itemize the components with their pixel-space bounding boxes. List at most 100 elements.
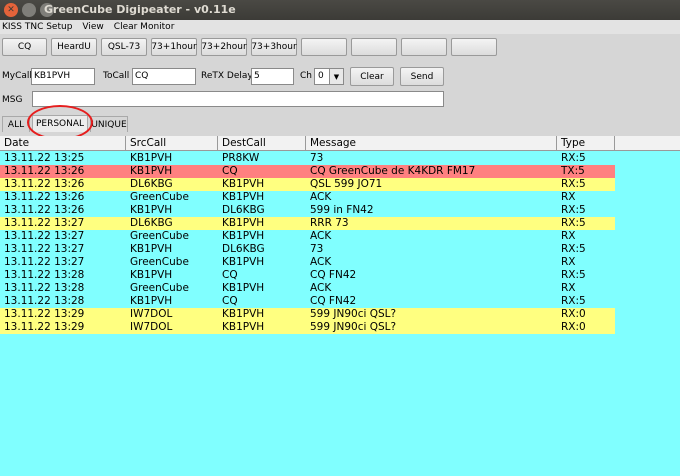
msg-field[interactable] bbox=[32, 91, 444, 107]
cell-srccall: KB1PVH bbox=[130, 204, 173, 216]
column-header-message[interactable]: Message bbox=[306, 136, 557, 151]
cell-type: RX:5 bbox=[561, 243, 586, 255]
cell-date: 13.11.22 13:27 bbox=[4, 217, 85, 229]
cell-date: 13.11.22 13:29 bbox=[4, 308, 85, 320]
menu-view[interactable]: View bbox=[82, 20, 103, 34]
mycall-field[interactable]: KB1PVH bbox=[31, 68, 95, 85]
cell-destcall: DL6KBG bbox=[222, 243, 265, 255]
cell-type: RX bbox=[561, 230, 576, 242]
table-row[interactable]: 13.11.22 13:26 KB1PVH CQ CQ GreenCube de K4… bbox=[0, 165, 615, 178]
table-row[interactable]: 13.11.22 13:28 KB1PVH CQ CQ FN42 RX:5 bbox=[0, 269, 615, 282]
cell-message: 599 in FN42 bbox=[310, 204, 374, 216]
cell-type: RX:0 bbox=[561, 321, 586, 333]
channel-select-value: 0 bbox=[318, 71, 324, 81]
table-row[interactable]: 13.11.22 13:26 GreenCube KB1PVH ACK RX bbox=[0, 191, 615, 204]
cell-message: CQ FN42 bbox=[310, 295, 357, 307]
quick-button-empty-2[interactable] bbox=[351, 38, 397, 56]
quick-button-heardu[interactable]: HeardU bbox=[51, 38, 97, 56]
cell-type: RX:5 bbox=[561, 269, 586, 281]
cell-destcall: KB1PVH bbox=[222, 217, 265, 229]
table-row[interactable]: 13.11.22 13:26 KB1PVH DL6KBG 599 in FN42 RX:… bbox=[0, 204, 615, 217]
menu-clear-monitor[interactable]: Clear Monitor bbox=[114, 20, 175, 34]
column-header-date[interactable]: Date bbox=[0, 136, 126, 151]
close-window-button[interactable]: ✕ bbox=[4, 3, 18, 17]
table-row[interactable]: 13.11.22 13:29 IW7DOL KB1PVH 599 JN90ci QSL… bbox=[0, 308, 615, 321]
menu-kiss-tnc-setup[interactable]: KISS TNC Setup bbox=[2, 20, 72, 34]
retx-delay-field[interactable]: 5 bbox=[251, 68, 294, 85]
quick-button-empty-1[interactable] bbox=[301, 38, 347, 56]
quick-button-cq[interactable]: CQ bbox=[2, 38, 47, 56]
cell-srccall: DL6KBG bbox=[130, 178, 173, 190]
cell-type: RX:0 bbox=[561, 308, 586, 320]
cell-destcall: KB1PVH bbox=[222, 308, 265, 320]
title-bar: ✕ GreenCube Digipeater - v0.11e bbox=[0, 0, 680, 20]
cell-date: 13.11.22 13:29 bbox=[4, 321, 85, 333]
channel-label: Ch bbox=[300, 71, 312, 81]
table-row[interactable]: 13.11.22 13:25 KB1PVH PR8KW 73 RX:5 bbox=[0, 152, 615, 165]
quick-button-bar: CQ HeardU QSL-73 73+1hour 73+2hour 73+3h… bbox=[0, 34, 680, 62]
minimize-window-button[interactable] bbox=[22, 3, 36, 17]
view-tabs: ALL PERSONAL UNIQUE bbox=[0, 115, 680, 132]
column-header-type[interactable]: Type bbox=[557, 136, 615, 151]
clear-button[interactable]: Clear bbox=[350, 67, 394, 86]
chevron-down-icon[interactable]: ▼ bbox=[329, 69, 343, 84]
cell-srccall: GreenCube bbox=[130, 230, 189, 242]
table-row[interactable]: 13.11.22 13:29 IW7DOL KB1PVH 599 JN90ci QSL… bbox=[0, 321, 615, 334]
column-header-destcall[interactable]: DestCall bbox=[218, 136, 306, 151]
cell-type: RX bbox=[561, 191, 576, 203]
quick-button-empty-3[interactable] bbox=[401, 38, 447, 56]
cell-destcall: CQ bbox=[222, 269, 238, 281]
cell-date: 13.11.22 13:28 bbox=[4, 282, 85, 294]
column-header-srccall[interactable]: SrcCall bbox=[126, 136, 218, 151]
cell-message: ACK bbox=[310, 191, 332, 203]
cell-srccall: GreenCube bbox=[130, 191, 189, 203]
cell-date: 13.11.22 13:27 bbox=[4, 243, 85, 255]
send-button[interactable]: Send bbox=[400, 67, 444, 86]
cell-type: RX bbox=[561, 256, 576, 268]
window-title: GreenCube Digipeater - v0.11e bbox=[44, 3, 236, 16]
cell-destcall: CQ bbox=[222, 165, 238, 177]
cell-destcall: PR8KW bbox=[222, 152, 260, 164]
cell-srccall: IW7DOL bbox=[130, 321, 173, 333]
table-row[interactable]: 13.11.22 13:27 DL6KBG KB1PVH RRR 73 RX:5 bbox=[0, 217, 615, 230]
tab-unique[interactable]: UNIQUE bbox=[90, 116, 128, 132]
table-row[interactable]: 13.11.22 13:28 GreenCube KB1PVH ACK RX bbox=[0, 282, 615, 295]
table-header: Date SrcCall DestCall Message Type bbox=[0, 136, 680, 151]
cell-type: RX:5 bbox=[561, 178, 586, 190]
cell-destcall: KB1PVH bbox=[222, 230, 265, 242]
cell-message: 73 bbox=[310, 152, 324, 164]
cell-message: 599 JN90ci QSL? bbox=[310, 308, 397, 320]
tocall-field[interactable]: CQ bbox=[132, 68, 196, 85]
cell-srccall: KB1PVH bbox=[130, 295, 173, 307]
cell-date: 13.11.22 13:26 bbox=[4, 178, 85, 190]
tab-personal[interactable]: PERSONAL bbox=[32, 115, 88, 132]
cell-date: 13.11.22 13:27 bbox=[4, 230, 85, 242]
cell-date: 13.11.22 13:27 bbox=[4, 256, 85, 268]
cell-message: QSL 599 JO71 bbox=[310, 178, 383, 190]
cell-srccall: KB1PVH bbox=[130, 269, 173, 281]
quick-button-empty-4[interactable] bbox=[451, 38, 497, 56]
tocall-label: ToCall bbox=[103, 71, 130, 81]
quick-button-qsl-73[interactable]: QSL-73 bbox=[101, 38, 147, 56]
cell-destcall: KB1PVH bbox=[222, 282, 265, 294]
channel-select[interactable]: 0 ▼ bbox=[314, 68, 344, 85]
table-row[interactable]: 13.11.22 13:27 GreenCube KB1PVH ACK RX bbox=[0, 230, 615, 243]
quick-button-73-1hour[interactable]: 73+1hour bbox=[151, 38, 197, 56]
cell-message: ACK bbox=[310, 256, 332, 268]
table-row[interactable]: 13.11.22 13:27 KB1PVH DL6KBG 73 RX:5 bbox=[0, 243, 615, 256]
quick-button-73-3hour[interactable]: 73+3hour bbox=[251, 38, 297, 56]
table-row[interactable]: 13.11.22 13:28 KB1PVH CQ CQ FN42 RX:5 bbox=[0, 295, 615, 308]
table-row[interactable]: 13.11.22 13:27 GreenCube KB1PVH ACK RX bbox=[0, 256, 615, 269]
cell-message: 599 JN90ci QSL? bbox=[310, 321, 397, 333]
message-table: Date SrcCall DestCall Message Type 13.11… bbox=[0, 136, 680, 476]
cell-srccall: IW7DOL bbox=[130, 308, 173, 320]
table-row[interactable]: 13.11.22 13:26 DL6KBG KB1PVH QSL 599 JO71 RX… bbox=[0, 178, 615, 191]
quick-button-73-2hour[interactable]: 73+2hour bbox=[201, 38, 247, 56]
cell-date: 13.11.22 13:28 bbox=[4, 269, 85, 281]
cell-type: TX:5 bbox=[561, 165, 585, 177]
cell-destcall: KB1PVH bbox=[222, 178, 265, 190]
tab-all[interactable]: ALL bbox=[2, 116, 30, 132]
cell-type: RX:5 bbox=[561, 204, 586, 216]
cell-type: RX:5 bbox=[561, 217, 586, 229]
msg-label: MSG bbox=[2, 95, 23, 105]
